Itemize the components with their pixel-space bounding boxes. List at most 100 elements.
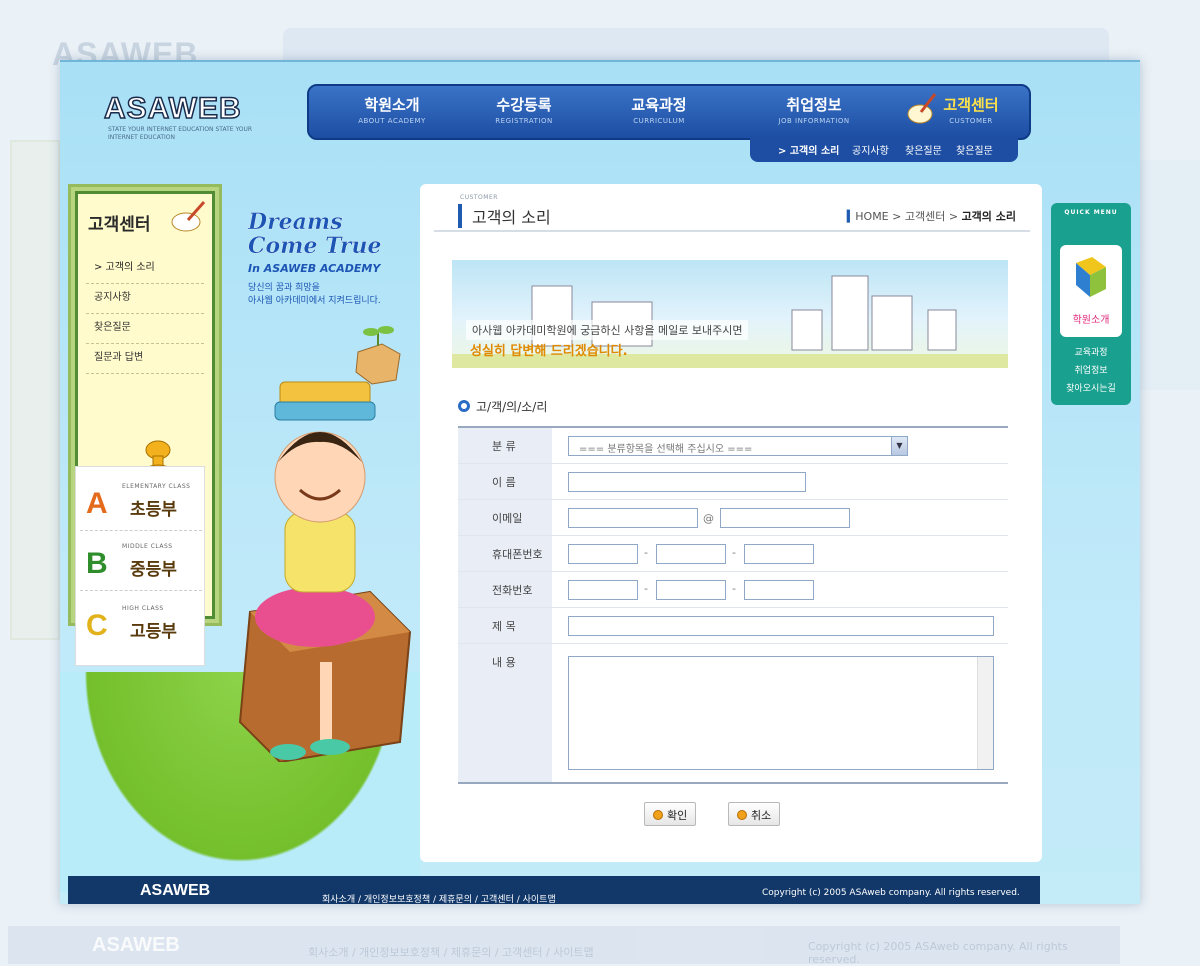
page-kicker: CUSTOMER	[460, 194, 498, 201]
site-logo[interactable]: ASAWEB	[103, 91, 242, 126]
sidebar-item-faq[interactable]: 찾은질문	[86, 314, 204, 344]
cancel-label: 취소	[751, 809, 772, 822]
page-title: 고객의 소리	[458, 204, 551, 228]
dash: -	[732, 582, 736, 595]
sidebar-item-notice[interactable]: 공지사항	[86, 284, 204, 314]
ghost-sidebar	[10, 140, 60, 640]
ring-icon	[458, 400, 470, 412]
label-category: 분 류	[458, 428, 552, 463]
banner-line-2: 성실히 답변해 드리겠습니다.	[470, 344, 628, 359]
label-content: 내 용	[458, 644, 552, 782]
textarea-scrollbar[interactable]	[977, 657, 993, 769]
nav-label: 취업정보	[786, 96, 842, 114]
footer-logo: ASAWEB	[140, 882, 211, 899]
row-category: 분 류 === 분류항목을 선택해 주십시오 === ▼	[458, 428, 1008, 464]
dash: -	[732, 546, 736, 559]
footer-links[interactable]: 회사소개 / 개인정보보호정책 / 제휴문의 / 고객센터 / 사이트맵	[322, 892, 556, 904]
email-id-input[interactable]	[568, 508, 698, 528]
books-icon	[1076, 257, 1106, 297]
quick-card-about[interactable]: 학원소개	[1060, 245, 1122, 337]
chevron-down-icon[interactable]: ▼	[891, 437, 907, 455]
nav-item-jobs[interactable]: 취업정보 JOB INFORMATION	[764, 94, 864, 125]
ghost-footer-logo: ASAWEB	[92, 934, 180, 956]
cancel-button[interactable]: 취소	[728, 802, 781, 826]
page-frame: ASAWEB STATE YOUR INTERNET EDUCATION STA…	[60, 60, 1140, 904]
nav-label: 교육과정	[631, 96, 687, 114]
hero-sub-1: 당신의 꿈과 희망을	[248, 283, 320, 293]
row-content: 내 용	[458, 644, 1008, 784]
contact-form: 분 류 === 분류항목을 선택해 주십시오 === ▼ 이 름 이메일 @ 휴…	[458, 426, 1008, 784]
mobile-input-3[interactable]	[744, 544, 814, 564]
nav-label: 고객센터	[943, 96, 999, 114]
label-phone: 전화번호	[458, 572, 552, 607]
name-input[interactable]	[568, 472, 806, 492]
quick-link-directions[interactable]: 찾아오시는길	[1051, 381, 1131, 394]
contact-banner: 아사웹 아카데미학원에 궁금하신 사항을 메일로 보내주시면 성실히 답변해 드…	[452, 260, 1008, 368]
breadcrumb-mid[interactable]: 고객센터	[905, 210, 945, 223]
logo-tagline: STATE YOUR INTERNET EDUCATION STATE YOUR…	[108, 126, 253, 141]
class-elementary[interactable]: A ELEMENTARY CLASS 초등부	[80, 473, 202, 531]
dash: -	[644, 582, 648, 595]
sidebar-item-voice[interactable]: > 고객의 소리	[86, 254, 204, 284]
confirm-label: 확인	[667, 809, 688, 822]
breadcrumb-home[interactable]: HOME	[855, 210, 888, 223]
mobile-input-1[interactable]	[568, 544, 638, 564]
email-at: @	[703, 512, 714, 525]
category-select[interactable]: === 분류항목을 선택해 주십시오 === ▼	[568, 436, 908, 456]
main-nav: 학원소개 ABOUT ACADEMY 수강등록 REGISTRATION 교육과…	[307, 84, 1031, 140]
content-panel: CUSTOMER 고객의 소리 ▍HOME > 고객센터 > 고객의 소리 아사…	[420, 184, 1042, 862]
subnav-notice[interactable]: 공지사항	[852, 142, 889, 157]
plant-box-illustration	[355, 326, 401, 385]
class-en: HIGH CLASS	[122, 605, 164, 612]
class-high[interactable]: C HIGH CLASS 고등부	[80, 595, 202, 653]
mobile-input-2[interactable]	[656, 544, 726, 564]
footer: ASAWEB 회사소개 / 개인정보보호정책 / 제휴문의 / 고객센터 / 사…	[68, 876, 1040, 904]
nav-item-customer[interactable]: 고객센터 CUSTOMER	[931, 94, 1011, 125]
nav-sublabel: ABOUT ACADEMY	[358, 117, 426, 125]
child-illustration	[238, 381, 412, 762]
hero-line-3: In ASAWEB ACADEMY	[248, 262, 381, 275]
nav-sublabel: CURRICULUM	[633, 117, 685, 125]
class-ko: 고등부	[130, 622, 177, 642]
label-mobile: 휴대폰번호	[458, 536, 552, 571]
category-value: === 분류항목을 선택해 주십시오 ===	[579, 444, 753, 455]
quick-menu: QUICK MENU 학원소개 교육과정 취업정보 찾아오시는길	[1051, 203, 1131, 405]
class-en: ELEMENTARY CLASS	[122, 483, 191, 490]
sub-nav: > 고객의 소리 공지사항 찾은질문 찾은질문	[750, 136, 1018, 162]
class-letter: A	[86, 487, 108, 520]
phone-input-2[interactable]	[656, 580, 726, 600]
confirm-button[interactable]: 확인	[644, 802, 697, 826]
nav-item-registration[interactable]: 수강등록 REGISTRATION	[479, 94, 569, 125]
subnav-faq[interactable]: 찾은질문	[905, 142, 942, 157]
hero-line-1: Dreams	[248, 209, 343, 235]
subject-input[interactable]	[568, 616, 994, 636]
phone-input-3[interactable]	[744, 580, 814, 600]
class-letter: B	[86, 547, 108, 580]
label-subject: 제 목	[458, 608, 552, 643]
nav-item-curriculum[interactable]: 교육과정 CURRICULUM	[614, 94, 704, 125]
footer-copyright: Copyright (c) 2005 ASAweb company. All r…	[762, 888, 1020, 898]
row-phone: 전화번호 - -	[458, 572, 1008, 608]
phone-input-1[interactable]	[568, 580, 638, 600]
form-section-title: 고/객/의/소/리	[458, 398, 547, 415]
class-middle[interactable]: B MIDDLE CLASS 중등부	[80, 533, 202, 591]
nav-label: 수강등록	[496, 96, 552, 114]
quick-link-curriculum[interactable]: 교육과정	[1051, 345, 1131, 358]
nav-label: 학원소개	[364, 96, 420, 114]
quick-link-jobs[interactable]: 취업정보	[1051, 363, 1131, 376]
sidebar-title: 고객센터	[88, 215, 151, 235]
nav-item-about[interactable]: 학원소개 ABOUT ACADEMY	[347, 94, 437, 125]
hero-subtitle: 당신의 꿈과 희망을 아사웹 아카데미에서 지켜드립니다.	[248, 282, 381, 308]
nav-sublabel: REGISTRATION	[495, 117, 553, 125]
row-email: 이메일 @	[458, 500, 1008, 536]
subnav-voice[interactable]: > 고객의 소리	[778, 142, 839, 157]
content-textarea[interactable]	[568, 656, 994, 770]
subnav-faq-2[interactable]: 찾은질문	[956, 142, 993, 157]
email-domain-input[interactable]	[720, 508, 850, 528]
sidebar-item-qna[interactable]: 질문과 답변	[86, 344, 204, 374]
breadcrumb: ▍HOME > 고객센터 > 고객의 소리	[846, 210, 1016, 223]
label-name: 이 름	[458, 464, 552, 499]
row-name: 이 름	[458, 464, 1008, 500]
broom-icon	[171, 201, 206, 232]
label-email: 이메일	[458, 500, 552, 535]
